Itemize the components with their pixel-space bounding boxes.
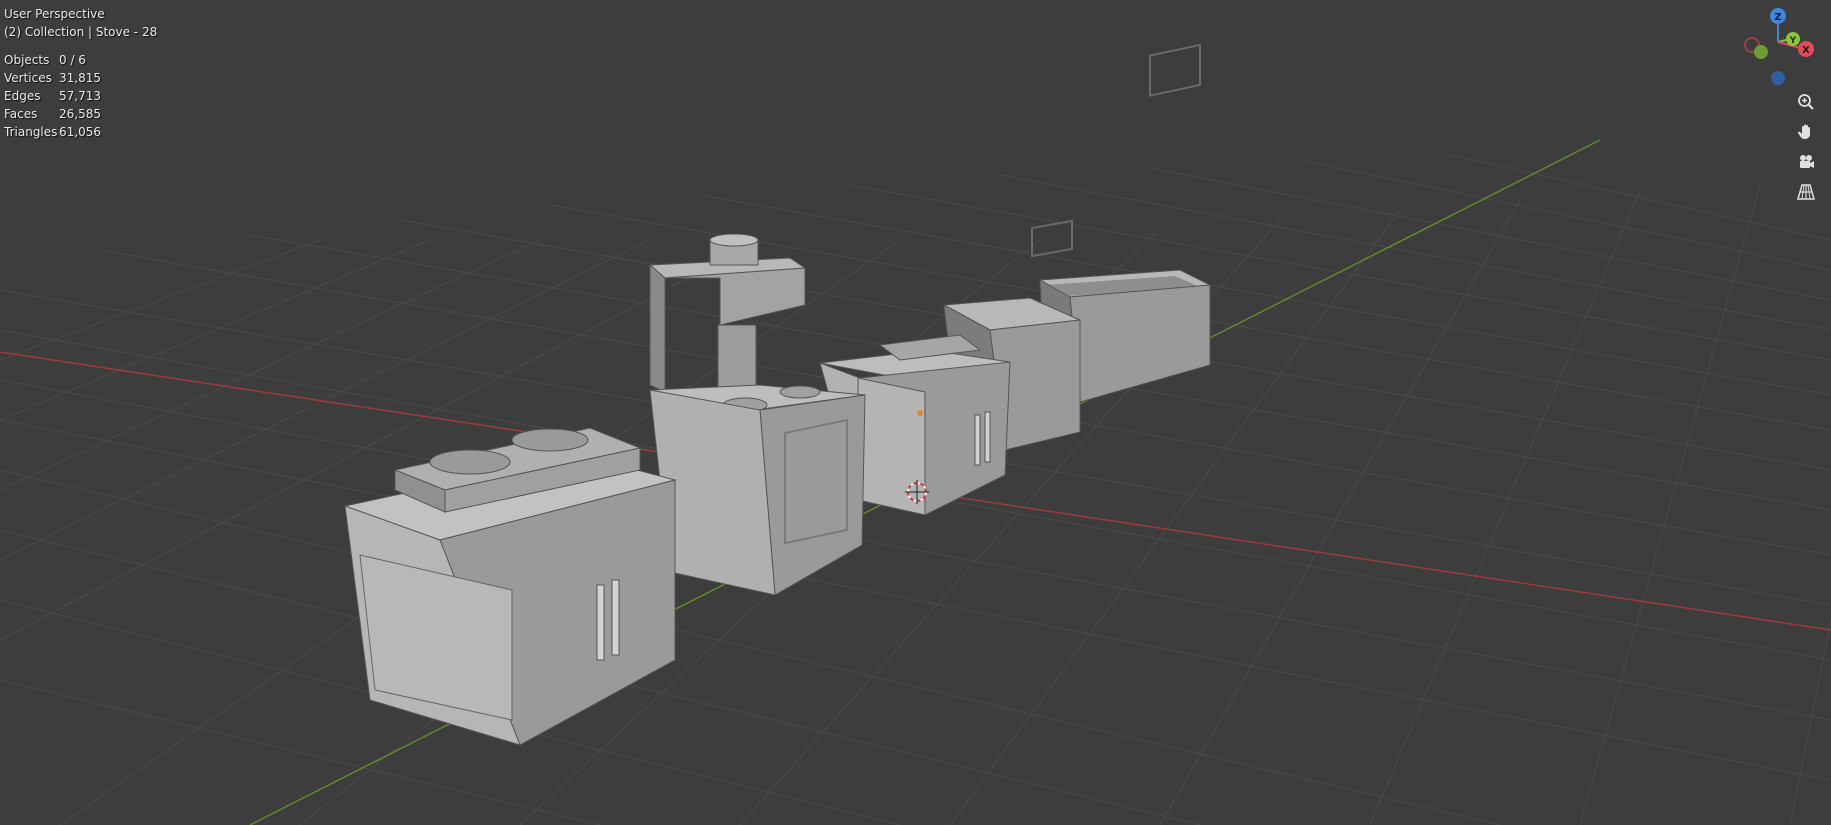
stat-row-objects: Objects 0 / 6 (4, 51, 101, 69)
navigation-gizmo[interactable]: Z Y X (1730, 0, 1831, 90)
stat-value: 0 / 6 (59, 53, 86, 67)
y-axis-label: Y (1789, 36, 1797, 46)
camera-view-button[interactable] (1792, 148, 1820, 176)
stat-value: 57,713 (59, 89, 101, 103)
neg-y-handle[interactable] (1754, 45, 1768, 59)
scene-statistics: Objects 0 / 6 Vertices 31,815 Edges 57,7… (4, 51, 101, 141)
zoom-button[interactable] (1792, 88, 1820, 116)
stat-row-vertices: Vertices 31,815 (4, 69, 101, 87)
x-axis-label: X (1802, 45, 1810, 56)
neg-z-handle[interactable] (1771, 71, 1785, 85)
collection-label: (2) Collection | Stove - 28 (4, 25, 158, 39)
stove-model-1 (343, 427, 677, 746)
pan-hand-icon (1797, 124, 1810, 139)
stat-row-triangles: Triangles 61,056 (4, 123, 101, 141)
perspective-label: User Perspective (4, 7, 105, 21)
z-axis-label: Z (1774, 12, 1781, 23)
stat-row-faces: Faces 26,585 (4, 105, 101, 123)
stat-value: 26,585 (59, 107, 101, 121)
scene-canvas[interactable] (0, 0, 1831, 825)
stat-label: Edges (4, 89, 41, 103)
pan-button[interactable] (1792, 118, 1820, 146)
stat-label: Faces (4, 107, 38, 121)
stat-label: Objects (4, 53, 50, 67)
stat-value: 31,815 (59, 71, 101, 85)
stat-label: Vertices (4, 71, 52, 85)
3d-viewport[interactable]: User Perspective (2) Collection | Stove … (0, 0, 1831, 825)
viewport-header: User Perspective (2) Collection | Stove … (4, 5, 157, 41)
camera-icon (1800, 155, 1814, 168)
stat-row-edges: Edges 57,713 (4, 87, 101, 105)
stat-value: 61,056 (59, 125, 101, 139)
stove-model-2 (648, 233, 866, 596)
perspective-toggle-button[interactable] (1792, 178, 1820, 206)
zoom-icon (1798, 94, 1814, 110)
stat-label: Triangles (4, 125, 58, 139)
perspective-grid-icon (1797, 184, 1815, 200)
